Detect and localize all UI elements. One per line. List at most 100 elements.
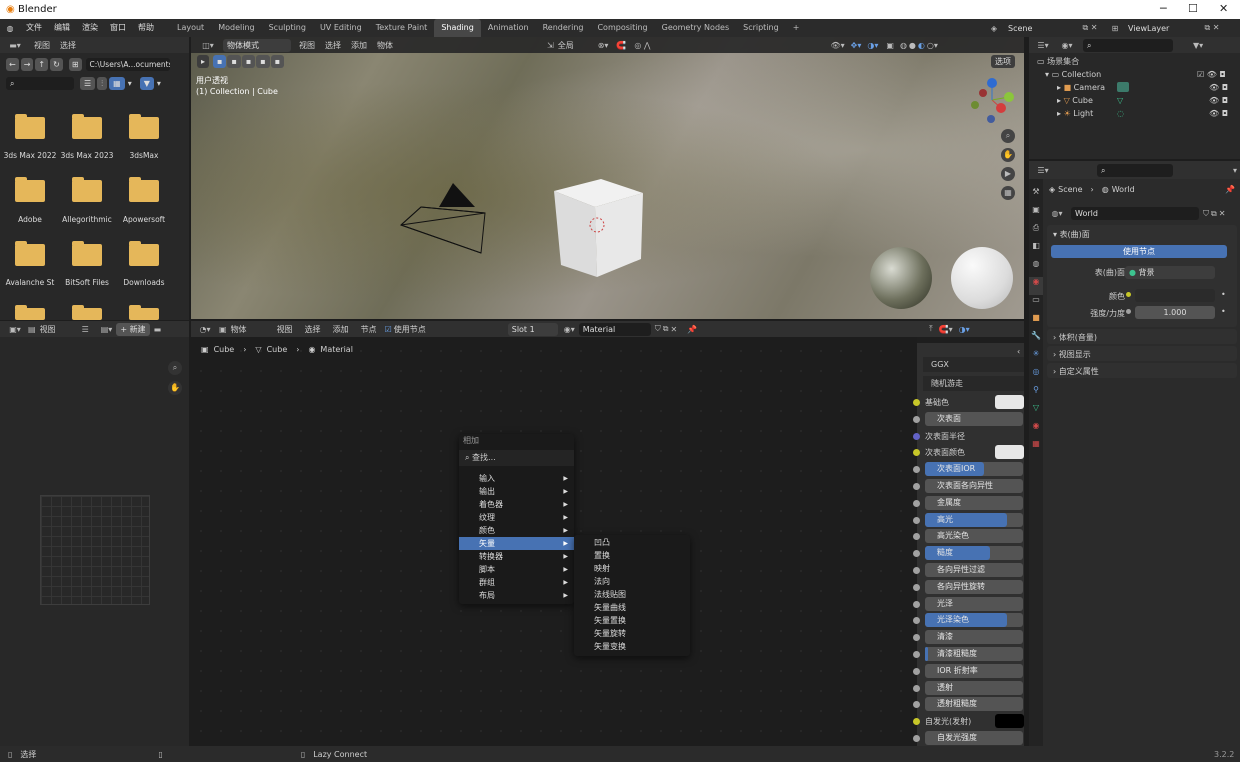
vector-submenu-item[interactable]: 置换 — [574, 549, 690, 562]
output-tab-icon[interactable]: ⎙ — [1029, 223, 1043, 241]
input-socket[interactable] — [913, 651, 920, 658]
select-box-icon[interactable]: ▪ — [213, 55, 227, 68]
bsdf-slider-field[interactable]: 次表面IOR — [925, 462, 1023, 477]
vector-submenu-item[interactable]: 凹凸 — [574, 536, 690, 549]
chevron-down-icon[interactable]: ▾ — [1233, 166, 1237, 175]
add-menu-item[interactable]: 输入 ▶ — [459, 472, 574, 485]
snap-icon[interactable]: 🧲▾ — [939, 325, 953, 334]
tab-uv-editing[interactable]: UV Editing — [313, 19, 369, 37]
bsdf-slider-field[interactable]: 各向异性旋转 — [925, 579, 1023, 594]
pin-icon[interactable]: 📌 — [687, 325, 697, 334]
bsdf-slider-field[interactable]: 次表面 — [925, 411, 1023, 426]
folder-icon[interactable] — [15, 114, 45, 139]
input-socket[interactable] — [913, 449, 920, 457]
chevron-down-icon[interactable]: ▾ — [157, 79, 161, 88]
custom-properties-panel-header[interactable]: › 自定义属性 — [1047, 363, 1237, 378]
scene-add-icon[interactable]: ⧉ ✕ — [1078, 23, 1102, 33]
proportional-edit-icon[interactable]: ◎ ⋀ — [634, 41, 650, 50]
bsdf-slider-field[interactable]: 清漆 — [925, 630, 1023, 645]
select-extend-icon[interactable]: ▪ — [227, 55, 241, 68]
bsdf-slider-field[interactable]: 自发光强度 — [925, 731, 1023, 745]
menu-window[interactable]: 窗口 — [104, 19, 132, 37]
bsdf-slider-field[interactable]: 高光 — [925, 512, 1023, 527]
vector-submenu-item[interactable]: 矢量旋转 — [574, 627, 690, 640]
input-socket[interactable] — [913, 550, 920, 558]
menu-edit[interactable]: 编辑 — [48, 19, 76, 37]
shading-material-icon[interactable]: ◐ — [918, 41, 925, 50]
texture-tab-icon[interactable]: ▦ — [1029, 439, 1043, 457]
bsdf-slider-field[interactable]: 透射 — [925, 680, 1023, 695]
navigation-gizmo[interactable] — [967, 75, 1017, 125]
folder-label[interactable]: Apowersoft — [115, 215, 173, 224]
tab-scripting[interactable]: Scripting — [736, 19, 786, 37]
transform-orientation-icon[interactable]: ⇲ — [547, 41, 554, 50]
unlink-x-icon[interactable]: ✕ — [670, 325, 677, 334]
render-tab-icon[interactable]: ▣ — [1029, 205, 1043, 223]
input-socket[interactable] — [913, 583, 920, 591]
bsdf-slider-field[interactable]: 高光染色 — [925, 529, 1023, 544]
folder-label[interactable]: Avalanche St — [1, 278, 59, 287]
pan-hand-icon[interactable]: ✋ — [168, 381, 182, 395]
tab-layout[interactable]: Layout — [170, 19, 211, 37]
image-canvas-grid[interactable] — [40, 495, 150, 605]
editor-type-icon[interactable]: ▣▾ — [6, 325, 24, 334]
ne-menu-select[interactable]: 选择 — [305, 324, 321, 335]
vp-menu-select[interactable]: 选择 — [325, 40, 341, 51]
input-socket[interactable] — [913, 735, 920, 742]
pivot-icon[interactable]: ⊗▾ — [598, 41, 609, 50]
folder-icon[interactable] — [72, 177, 102, 202]
vp-menu-add[interactable]: 添加 — [351, 40, 367, 51]
input-socket[interactable] — [913, 466, 920, 474]
filter-icon[interactable]: ▼ — [139, 77, 154, 90]
list-view-icon[interactable]: ☰ — [80, 77, 96, 90]
properties-search-input[interactable]: ⌕ — [1097, 163, 1173, 177]
parent-node-tree-icon[interactable]: ⤒ — [929, 324, 933, 334]
input-socket[interactable] — [913, 718, 920, 726]
outliner-search-input[interactable]: ⌕ — [1083, 38, 1173, 52]
options-dropdown[interactable]: 选项 — [991, 55, 1015, 68]
input-socket[interactable] — [913, 667, 920, 675]
vector-submenu-item[interactable]: 法线贴图 — [574, 588, 690, 601]
transform-orientation-selector[interactable]: 全局 — [558, 40, 574, 51]
menu-help[interactable]: 帮助 — [132, 19, 160, 37]
editor-type-icon[interactable]: ◫▾ — [197, 41, 219, 50]
add-menu-search[interactable]: ⌕ 查找... — [459, 450, 574, 466]
add-workspace-button[interactable]: + — [786, 19, 807, 37]
editor-type-icon[interactable]: ▬▾ — [6, 41, 24, 50]
folder-icon[interactable] — [129, 177, 159, 202]
surface-panel-header[interactable]: ▾ 表(曲)面 — [1047, 225, 1237, 244]
input-socket[interactable] — [913, 684, 920, 692]
close-button[interactable]: ✕ — [1219, 2, 1228, 15]
folder-label[interactable]: 3dsMax — [115, 151, 173, 160]
zoom-icon[interactable]: ⌕ — [1001, 129, 1015, 143]
bsdf-slider-field[interactable]: 次表面各向异性 — [925, 479, 1023, 493]
ne-menu-view[interactable]: 视图 — [277, 324, 293, 335]
outliner-row-collection[interactable]: ▾ ▭ Collection ☑ 👁 ◘ — [1037, 68, 1240, 81]
outliner-row-scene-collection[interactable]: ▭ 场景集合 — [1037, 55, 1240, 68]
new-folder-icon[interactable]: ⊞ — [68, 58, 82, 71]
strength-field[interactable]: 1.000 — [1135, 306, 1215, 319]
tab-compositing[interactable]: Compositing — [590, 19, 654, 37]
fake-user-shield-icon[interactable]: ⛉ — [655, 324, 661, 334]
folder-label[interactable]: Downloads — [115, 278, 173, 287]
tab-geometry-nodes[interactable]: Geometry Nodes — [655, 19, 736, 37]
light-data-icon[interactable]: ◌ — [1117, 107, 1124, 120]
viewlayer-selector[interactable]: ViewLayer — [1124, 24, 1200, 33]
select-subtract-icon[interactable]: ▪ — [241, 55, 256, 68]
color-swatch[interactable] — [995, 714, 1024, 729]
scene-selector[interactable]: Scene — [1002, 24, 1078, 33]
input-socket[interactable] — [913, 634, 920, 642]
thumbnail-view-icon[interactable]: ▦ — [109, 77, 125, 90]
collapse-arrow-icon[interactable]: ‹ — [1017, 347, 1020, 356]
input-socket[interactable] — [913, 533, 920, 541]
camera-view-icon[interactable]: ▶ — [1001, 167, 1015, 181]
color-swatch-field[interactable] — [1135, 289, 1215, 302]
folder-icon[interactable] — [15, 177, 45, 202]
add-menu-item[interactable]: 颜色 ▶ — [459, 524, 574, 537]
minimize-button[interactable]: ─ — [1160, 2, 1167, 15]
object-tab-icon[interactable]: ■ — [1029, 313, 1043, 331]
color-swatch[interactable] — [995, 445, 1024, 460]
material-name-field[interactable]: Material — [578, 322, 651, 336]
viewlayer-add-icon[interactable]: ⧉ ✕ — [1200, 23, 1224, 33]
tab-rendering[interactable]: Rendering — [536, 19, 591, 37]
